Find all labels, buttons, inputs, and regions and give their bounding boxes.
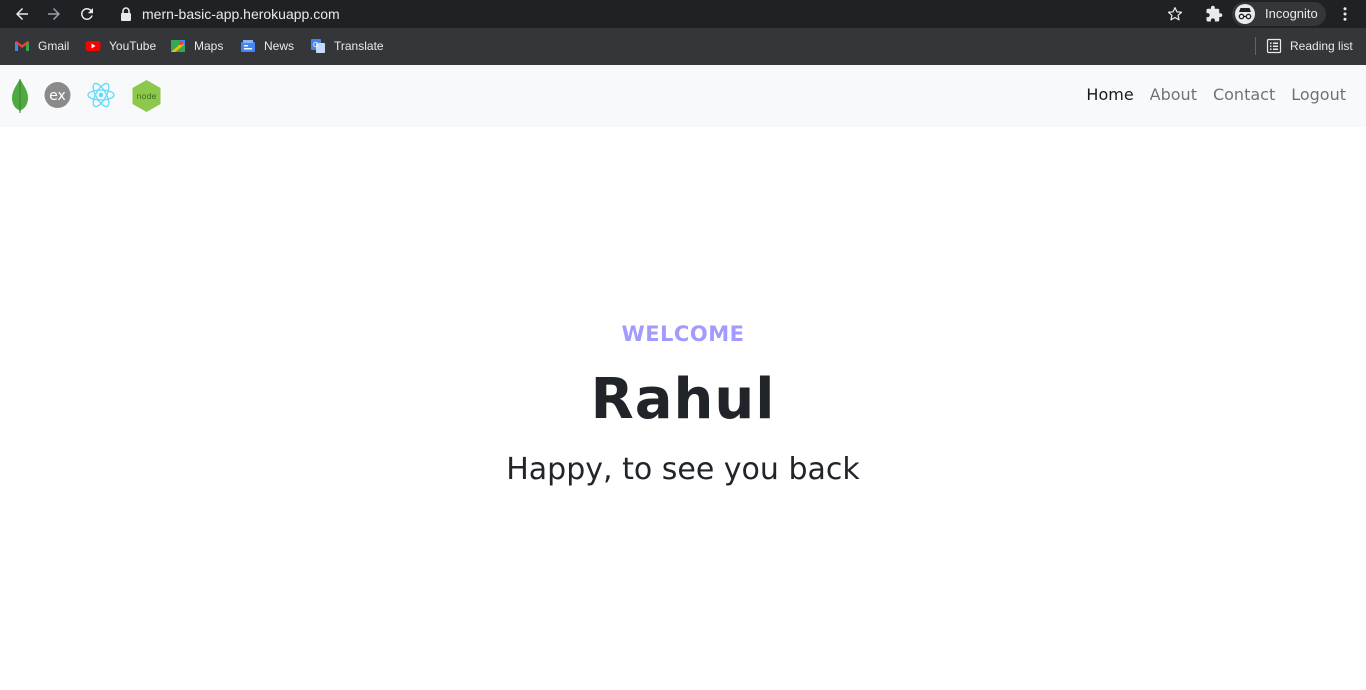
express-logo[interactable]: ex	[43, 79, 72, 113]
nav-menu: Home About Contact Logout	[1086, 85, 1346, 104]
news-icon	[241, 40, 255, 52]
maps-icon	[171, 40, 185, 52]
bookmark-label: YouTube	[109, 39, 157, 53]
lock-icon	[121, 7, 131, 21]
extensions-icon[interactable]	[1205, 5, 1223, 23]
bookmark-label: News	[264, 39, 295, 53]
browser-toolbar: mern-basic-app.herokuapp.com Incognito	[0, 0, 1366, 28]
welcome-eyebrow: WELCOME	[621, 322, 745, 346]
forward-button[interactable]	[44, 4, 64, 24]
bookmarks-bar: Gmail YouTube Maps News G Translate Read…	[0, 28, 1366, 65]
youtube-icon	[85, 41, 101, 51]
reload-button[interactable]	[77, 4, 97, 24]
nodejs-logo[interactable]: node	[131, 79, 162, 113]
express-logo-text: ex	[49, 88, 66, 104]
bookmark-maps[interactable]: Maps	[170, 37, 223, 55]
bookmarks-divider	[1255, 37, 1256, 55]
nodejs-logo-text: node	[137, 92, 157, 101]
forward-arrow-icon	[48, 8, 60, 20]
bookmark-star-icon[interactable]	[1166, 5, 1184, 23]
back-arrow-icon	[16, 8, 28, 20]
reading-list-icon	[1266, 38, 1282, 54]
nav-link-contact[interactable]: Contact	[1213, 85, 1275, 104]
reading-list-label: Reading list	[1290, 39, 1353, 53]
incognito-profile-button[interactable]: Incognito	[1232, 2, 1326, 26]
hero-section: WELCOME Rahul Happy, to see you back	[0, 127, 1366, 690]
bookmark-gmail[interactable]: Gmail	[14, 37, 69, 55]
translate-icon: G	[311, 39, 325, 53]
more-menu-icon[interactable]	[1336, 5, 1354, 23]
bookmark-label: Translate	[334, 39, 384, 53]
nav-link-about[interactable]: About	[1150, 85, 1197, 104]
bookmark-youtube[interactable]: YouTube	[85, 37, 156, 55]
react-logo[interactable]	[86, 79, 116, 113]
svg-text:G: G	[313, 42, 318, 49]
bookmark-translate[interactable]: G Translate	[310, 37, 384, 55]
url-text: mern-basic-app.herokuapp.com	[142, 6, 340, 22]
mongodb-logo[interactable]	[10, 79, 30, 113]
user-name-heading: Rahul	[590, 367, 776, 432]
address-bar[interactable]: mern-basic-app.herokuapp.com	[108, 1, 1192, 27]
app-navbar: ex node Home About Contact Logout	[0, 65, 1366, 127]
reading-list-button[interactable]: Reading list	[1266, 37, 1353, 55]
gmail-icon	[15, 41, 29, 51]
back-button[interactable]	[12, 4, 32, 24]
welcome-subtitle: Happy, to see you back	[506, 452, 860, 487]
bookmark-news[interactable]: News	[240, 37, 294, 55]
reload-icon	[80, 7, 93, 20]
bookmark-label: Maps	[194, 39, 224, 53]
bookmark-label: Gmail	[38, 39, 70, 53]
nav-link-logout[interactable]: Logout	[1291, 85, 1346, 104]
nav-link-home[interactable]: Home	[1086, 85, 1133, 104]
incognito-icon	[1235, 4, 1255, 24]
profile-label: Incognito	[1265, 6, 1318, 21]
